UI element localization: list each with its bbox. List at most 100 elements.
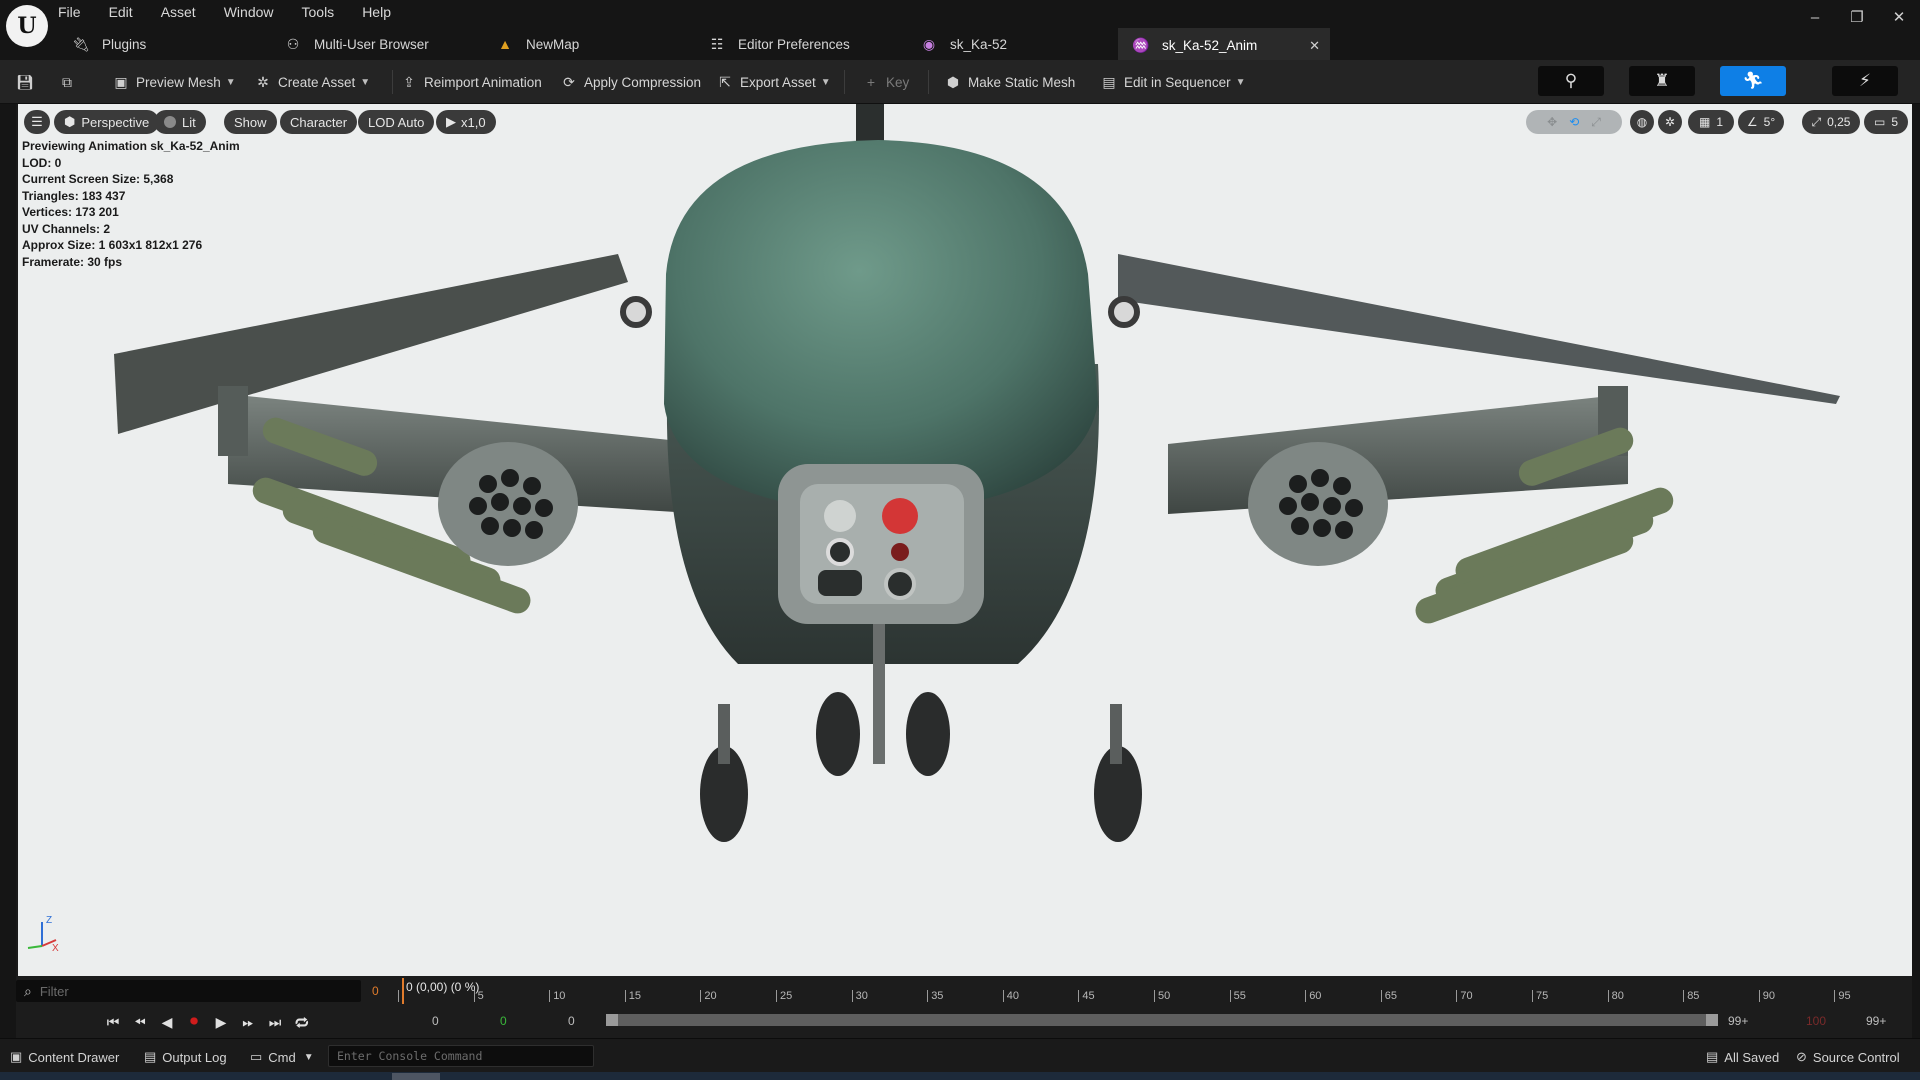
source-control-icon: ⊘ (1796, 1049, 1807, 1064)
ruler-tick-label: 95 (1838, 990, 1851, 1002)
animation-viewport[interactable]: ☰ ⬢ Perspective Lit Show Character LOD A… (16, 104, 1912, 976)
restore-button[interactable]: ❐ (1836, 0, 1878, 34)
sequencer-icon: ▤ (1102, 73, 1116, 90)
mesh-mode-button[interactable]: ♜ (1629, 66, 1695, 96)
grid-snap-button[interactable]: ▦ 1 (1688, 110, 1734, 134)
animation-mode-button[interactable]: 🏃︎ (1720, 66, 1786, 96)
source-control-label: Source Control (1812, 1049, 1900, 1065)
close-tab-icon[interactable]: ✕ (1309, 38, 1320, 54)
ruler-tick (927, 990, 929, 1002)
play-button[interactable]: ▶ (210, 1011, 232, 1033)
source-control-button[interactable]: ⊘ Source Control (1796, 1048, 1900, 1066)
camera-speed-button[interactable]: ▭ 5 (1864, 110, 1908, 134)
cmd-dropdown[interactable]: ▭ Cmd ▼ (250, 1048, 314, 1066)
reimport-icon: ⇪ (403, 73, 415, 90)
create-asset-button[interactable]: ✲ Create Asset ▼ (254, 68, 370, 96)
show-label: Show (234, 114, 267, 130)
export-asset-button[interactable]: ⇱ Export Asset ▼ (716, 68, 831, 96)
lod-button[interactable]: LOD Auto (358, 110, 435, 134)
lit-button[interactable]: Lit (154, 110, 206, 134)
show-button[interactable]: Show (224, 110, 277, 134)
menu-asset[interactable]: Asset (161, 0, 196, 24)
tab-sk-ka-52[interactable]: ◉ sk_Ka-52 (906, 28, 1118, 60)
perspective-button[interactable]: ⬢ Perspective (54, 110, 160, 134)
reimport-animation-button[interactable]: ⇪ Reimport Animation (400, 68, 542, 96)
track-filter-input[interactable]: ⌕ Filter (16, 980, 361, 1002)
view-start-value[interactable]: 0 (568, 1014, 575, 1028)
jump-to-start-button[interactable]: ⏮︎ (102, 1011, 124, 1033)
range-end-value[interactable]: 99+ (1866, 1014, 1886, 1028)
menu-window[interactable]: Window (224, 0, 274, 24)
ruler-tick (398, 990, 399, 1002)
ruler-tick-label: 90 (1762, 990, 1776, 1002)
grid-icon: ▦ (1698, 115, 1711, 129)
work-start-value[interactable]: 0 (500, 1014, 507, 1028)
axis-z-label: Z (46, 915, 52, 926)
menu-help[interactable]: Help (362, 0, 391, 24)
preview-mesh-button[interactable]: ▣ Preview Mesh ▼ (112, 68, 235, 96)
view-range-scrollbar[interactable] (606, 1014, 1718, 1026)
tab-label: Multi-User Browser (314, 36, 429, 52)
play-rate-button[interactable]: ▶ x1,0 (436, 110, 496, 134)
loop-button[interactable]: 🔁︎ (291, 1011, 313, 1033)
apply-compression-button[interactable]: ⟳ Apply Compression (560, 68, 701, 96)
snap-icon: ✲ (1664, 115, 1676, 129)
range-start-value[interactable]: 0 (432, 1014, 439, 1028)
viewport-menu-button[interactable]: ☰ (24, 110, 50, 134)
ruler-tick-label: 10 (553, 990, 566, 1002)
tab-editor-preferences[interactable]: ☷ Editor Preferences (694, 28, 906, 60)
save-button[interactable]: 💾︎ (16, 68, 40, 96)
timeline-ruler[interactable]: 5 10 15 20 25 30 35 40 45 50 55 60 65 70 75 80 85 90 95 (398, 976, 1912, 1004)
ruler-tick (851, 990, 853, 1002)
axis-x-label: X (52, 943, 59, 954)
surface-snap-button[interactable]: ✲ (1658, 110, 1682, 134)
tab-newmap[interactable]: ▲ NewMap (482, 28, 694, 60)
ruler-tick-label: 60 (1309, 990, 1322, 1002)
skip-forward-icon: ⏭︎ (268, 1013, 282, 1030)
edit-in-sequencer-label: Edit in Sequencer (1124, 74, 1231, 90)
view-end-value[interactable]: 99+ (1728, 1014, 1748, 1028)
world-local-button[interactable]: ◍ (1630, 110, 1654, 134)
record-button[interactable]: ⏺︎ (183, 1011, 205, 1033)
scale-icon: ⤢ (1591, 114, 1601, 129)
transform-mode-group[interactable]: ✥ ⟲ ⤢ (1526, 110, 1622, 134)
playhead[interactable] (402, 978, 404, 1004)
viewport-stats: Previewing Animation sk_Ka-52_Anim LOD: … (22, 138, 240, 270)
menu-tools[interactable]: Tools (302, 0, 335, 24)
save-icon: 💾︎ (16, 73, 34, 90)
character-button[interactable]: Character (280, 110, 358, 134)
step-forward-button[interactable]: ⏩︎ (237, 1011, 259, 1033)
close-window-button[interactable]: ✕ (1878, 0, 1920, 34)
physics-mode-button[interactable]: ⚡︎ (1832, 66, 1898, 96)
content-drawer-button[interactable]: ▣ Content Drawer (10, 1048, 119, 1066)
make-static-mesh-button[interactable]: ⬢ Make Static Mesh (944, 68, 1075, 96)
scale-snap-button[interactable]: ⤢ 0,25 (1802, 110, 1860, 134)
step-back-button[interactable]: ⏪︎ (129, 1011, 151, 1033)
browse-button[interactable]: ⧉ (58, 68, 82, 96)
skeleton-mode-button[interactable]: ⚲ (1538, 66, 1604, 96)
tab-sk-ka-52-anim[interactable]: ♒ sk_Ka-52_Anim ✕ (1118, 28, 1330, 60)
output-log-label: Output Log (162, 1049, 227, 1065)
console-command-input[interactable]: Enter Console Command (328, 1045, 594, 1067)
asset-toolbar: 💾︎ ⧉ ▣ Preview Mesh ▼ ✲ Create Asset ▼ ⇪… (0, 60, 1920, 104)
menu-edit[interactable]: Edit (109, 0, 133, 24)
key-button[interactable]: + Key (862, 68, 909, 96)
unreal-logo-icon[interactable]: U (6, 5, 48, 47)
perspective-label: Perspective (81, 114, 150, 130)
output-log-button[interactable]: ▤ Output Log (144, 1048, 227, 1066)
play-reverse-button[interactable]: ◀ (156, 1011, 178, 1033)
work-end-value[interactable]: 100 (1806, 1014, 1826, 1028)
minimize-button[interactable]: – (1794, 0, 1836, 34)
jump-to-end-button[interactable]: ⏭︎ (264, 1011, 286, 1033)
tab-plugins[interactable]: 🔌︎ Plugins (58, 28, 270, 60)
level-icon: ▲ (498, 36, 512, 52)
tab-bar: 🔌︎ Plugins ⚇ Multi-User Browser ▲ NewMap… (58, 28, 1330, 60)
reimport-animation-label: Reimport Animation (424, 74, 542, 90)
play-icon: ▶ (215, 1013, 227, 1030)
all-saved-button[interactable]: ▤ All Saved (1706, 1048, 1779, 1066)
menu-file[interactable]: File (58, 0, 81, 24)
edit-in-sequencer-button[interactable]: ▤ Edit in Sequencer ▼ (1100, 68, 1245, 96)
rotation-snap-button[interactable]: ∠ 5° (1738, 110, 1784, 134)
tab-multi-user-browser[interactable]: ⚇ Multi-User Browser (270, 28, 482, 60)
axis-gizmo-icon: Z X (27, 915, 59, 954)
